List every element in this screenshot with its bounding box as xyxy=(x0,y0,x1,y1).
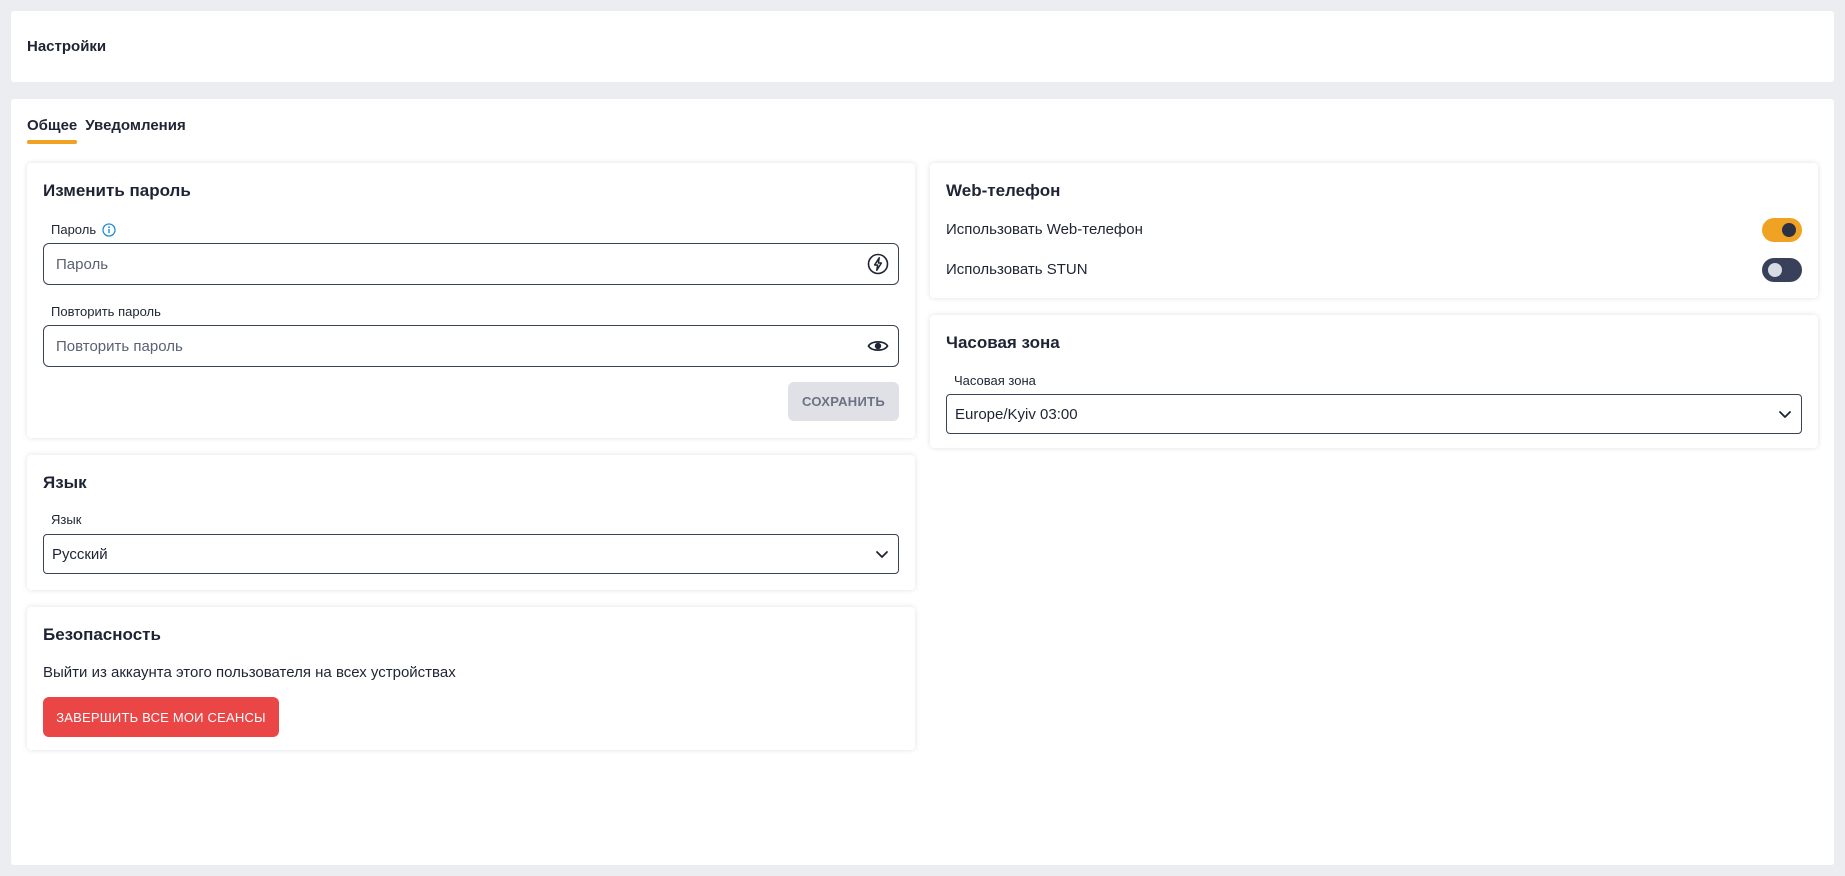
timezone-selected-value: Europe/Kyiv 03:00 xyxy=(955,405,1078,423)
security-title: Безопасность xyxy=(43,625,161,644)
password-label: Пароль xyxy=(51,222,97,237)
web-phone-toggle[interactable] xyxy=(1762,218,1802,242)
header-panel: Настройки xyxy=(11,11,1834,82)
chevron-down-icon xyxy=(1777,406,1793,422)
eye-icon[interactable] xyxy=(858,326,898,366)
password-field[interactable] xyxy=(43,243,899,285)
info-icon[interactable] xyxy=(102,222,116,237)
toggle-knob xyxy=(1782,223,1796,237)
password-label-row: Пароль xyxy=(51,222,116,237)
use-web-phone-label: Использовать Web-телефон xyxy=(946,221,1143,238)
timezone-title: Часовая зона xyxy=(946,333,1060,352)
timezone-label: Часовая зона xyxy=(954,373,1036,388)
timezone-select[interactable]: Europe/Kyiv 03:00 xyxy=(946,394,1802,434)
toggle-knob xyxy=(1768,263,1782,277)
language-select[interactable]: Русский xyxy=(43,534,899,574)
change-password-title: Изменить пароль xyxy=(43,181,191,200)
chevron-down-icon xyxy=(874,546,890,562)
main-panel: Общее Уведомления Изменить пароль Пароль xyxy=(11,99,1834,865)
stun-toggle[interactable] xyxy=(1762,258,1802,282)
repeat-password-input[interactable] xyxy=(44,326,858,366)
timezone-card: Часовая зона Часовая зона Europe/Kyiv 03… xyxy=(930,315,1818,448)
repeat-password-field[interactable] xyxy=(43,325,899,367)
language-label: Язык xyxy=(51,512,82,527)
language-title: Язык xyxy=(43,473,87,492)
repeat-password-label: Повторить пароль xyxy=(51,304,161,319)
language-card: Язык Язык Русский xyxy=(27,455,915,590)
language-selected-value: Русский xyxy=(52,545,108,563)
tab-general[interactable]: Общее xyxy=(27,117,78,144)
security-description: Выйти из аккаунта этого пользователя на … xyxy=(43,664,456,681)
generate-password-icon[interactable] xyxy=(858,244,898,284)
page-title: Настройки xyxy=(27,38,107,55)
save-button[interactable]: СОХРАНИТЬ xyxy=(788,382,899,421)
web-phone-card: Web-телефон Использовать Web-телефон Исп… xyxy=(930,163,1818,298)
tab-bar: Общее Уведомления xyxy=(27,117,186,144)
tab-notifications[interactable]: Уведомления xyxy=(85,117,185,144)
end-all-sessions-button[interactable]: ЗАВЕРШИТЬ ВСЕ МОИ СЕАНСЫ xyxy=(43,697,279,737)
web-phone-title: Web-телефон xyxy=(946,181,1061,200)
security-card: Безопасность Выйти из аккаунта этого пол… xyxy=(27,607,915,750)
password-input[interactable] xyxy=(44,244,858,284)
change-password-card: Изменить пароль Пароль Повторить пароль xyxy=(27,163,915,438)
use-stun-label: Использовать STUN xyxy=(946,261,1088,278)
